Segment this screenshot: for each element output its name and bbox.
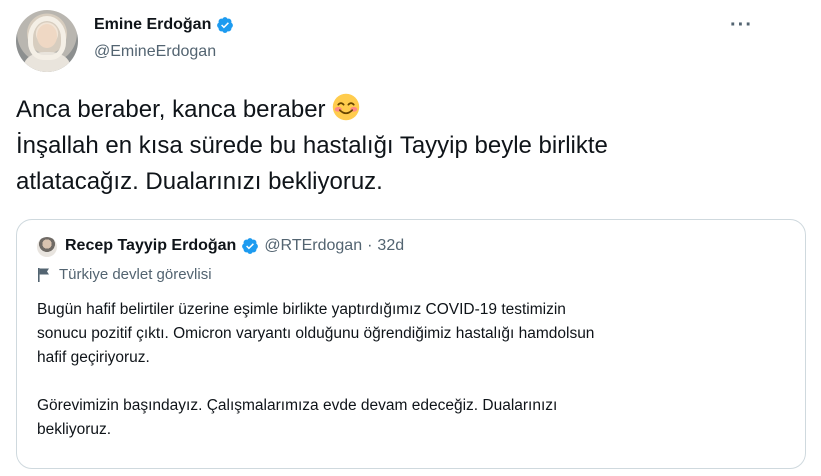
quoted-author-handle[interactable]: @RTErdogan: [264, 237, 362, 255]
flag-icon: [38, 267, 49, 282]
quoted-separator: ·: [367, 237, 373, 254]
quoted-author-name[interactable]: Recep Tayyip Erdoğan: [65, 237, 236, 255]
author-name[interactable]: Emine Erdoğan: [94, 16, 234, 34]
smiling-face-emoji-icon: [332, 93, 359, 121]
avatar-face-shape: [37, 24, 57, 48]
quoted-text-line-1: Bugün hafif belirtiler üzerine eşimle bi…: [37, 301, 566, 318]
tweet-text-line-3: atlatacağız. Dualarınızı bekliyoruz.: [16, 168, 383, 195]
quoted-text-line-5: Görevimizin başındayız. Çalışmalarımıza …: [37, 397, 558, 414]
author-name-text[interactable]: Emine Erdoğan: [94, 16, 211, 34]
more-options-icon[interactable]: ···: [730, 14, 753, 37]
tweet-text: Anca beraber, kanca beraber İnşallah en …: [16, 92, 796, 200]
quoted-tweet-text: Bugün hafif belirtiler üzerine eşimle bi…: [37, 298, 787, 442]
tweet-text-line-1: Anca beraber, kanca beraber: [16, 96, 326, 123]
quoted-author-avatar[interactable]: [37, 237, 57, 257]
quoted-tweet-header: Recep Tayyip Erdoğan @RTErdogan · 32d: [65, 237, 404, 255]
quoted-text-line-2: sonucu pozitif çıktı. Omicron varyantı o…: [37, 325, 595, 342]
author-avatar[interactable]: [16, 10, 78, 72]
quoted-text-line-6: bekliyoruz.: [37, 421, 112, 438]
author-handle[interactable]: @EmineErdogan: [94, 43, 216, 61]
government-official-label[interactable]: Türkiye devlet görevlisi: [37, 266, 212, 283]
quoted-text-line-3: hafif geçiriyoruz.: [37, 349, 150, 366]
quoted-timestamp[interactable]: 32d: [377, 237, 404, 255]
tweet-text-line-2: İnşallah en kısa sürede bu hastalığı Tay…: [16, 132, 608, 159]
tweet-text-line: Anca beraber, kanca beraber: [16, 92, 796, 128]
verified-badge-icon: [217, 17, 234, 33]
government-official-label-text: Türkiye devlet görevlisi: [59, 266, 212, 283]
quoted-tweet-card[interactable]: Recep Tayyip Erdoğan @RTErdogan · 32d Tü…: [16, 219, 806, 469]
quoted-verified-badge-icon: [242, 238, 259, 254]
